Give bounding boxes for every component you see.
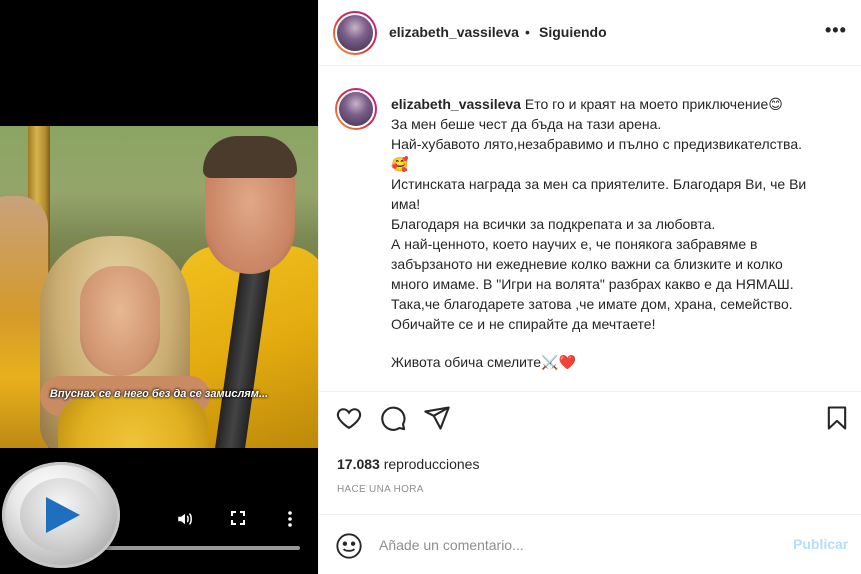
publish-button[interactable]: Publicar	[793, 536, 848, 552]
caption-line: Истинската награда за мен са приятелите.…	[391, 176, 807, 192]
caption-line: А най-ценното, което научих е, че поняко…	[391, 236, 758, 252]
bookmark-icon[interactable]	[823, 404, 853, 434]
caption-avatar[interactable]	[335, 88, 377, 130]
video-subtitle: Впуснах се в него без да се замислям...	[49, 388, 269, 400]
play-icon	[46, 497, 80, 533]
caption-username[interactable]: elizabeth_vassileva	[391, 96, 521, 112]
caption-text: elizabeth_vassileva Ето го и краят на мо…	[391, 94, 841, 372]
caption-line: Благодаря на всички за подкрепата и за л…	[391, 216, 716, 232]
comment-input[interactable]	[379, 533, 779, 557]
play-button[interactable]	[2, 462, 120, 568]
video-woman-face	[80, 266, 160, 376]
header-separator: •	[525, 24, 530, 40]
caption-line: има!	[391, 196, 421, 212]
post-header: elizabeth_vassileva • Siguiendo •••	[319, 0, 861, 66]
speech-bubble-icon[interactable]	[379, 404, 409, 434]
following-button[interactable]: Siguiendo	[539, 24, 607, 40]
caption-line: За мен беше чест да бъда на тази арена.	[391, 116, 662, 132]
caption-line: много имаме. В "Игри на волята" разбрах …	[391, 276, 794, 292]
caption-last-line: Живота обича смелите⚔️❤️	[391, 354, 576, 370]
caption-line: Обичайте се и не спирайте да мечтаете!	[391, 316, 656, 332]
views-label: reproducciones	[383, 456, 480, 472]
views-count[interactable]: 17.083 reproducciones	[337, 456, 479, 472]
video-woman-top	[58, 396, 208, 448]
caption-line: Така,че благодарете затова ,че имате дом…	[391, 296, 793, 312]
post-caption: elizabeth_vassileva Ето го и краят на мо…	[319, 66, 861, 392]
caption-line: 🥰	[391, 156, 409, 172]
speaker-icon[interactable]	[176, 510, 194, 534]
vertical-dots-icon[interactable]	[284, 510, 296, 534]
views-number: 17.083	[337, 456, 380, 472]
caption-line: Най-хубавото лято,незабравимо и пълно с …	[391, 136, 802, 152]
paper-plane-icon[interactable]	[423, 404, 453, 434]
caption-line: забързаното ни ежедневие колко важни са …	[391, 256, 783, 272]
smiley-icon[interactable]	[335, 532, 363, 560]
comment-bar: Publicar	[319, 514, 861, 574]
fullscreen-icon[interactable]	[230, 510, 246, 532]
avatar[interactable]	[333, 11, 377, 55]
post-actions	[319, 404, 861, 440]
video-player[interactable]: Впуснах се в него без да се замислям...	[0, 0, 318, 574]
video-man-hair	[203, 136, 297, 178]
heart-icon[interactable]	[335, 404, 365, 434]
video-frame: Впуснах се в него без да се замислям...	[0, 126, 318, 448]
header-username[interactable]: elizabeth_vassileva	[389, 24, 519, 40]
more-options-icon[interactable]: •••	[825, 20, 847, 41]
post-panel: elizabeth_vassileva • Siguiendo ••• eliz…	[318, 0, 861, 574]
caption-line: Ето го и краят на моето приключение😊	[524, 96, 783, 112]
post-timestamp[interactable]: HACE UNA HORA	[337, 484, 424, 495]
